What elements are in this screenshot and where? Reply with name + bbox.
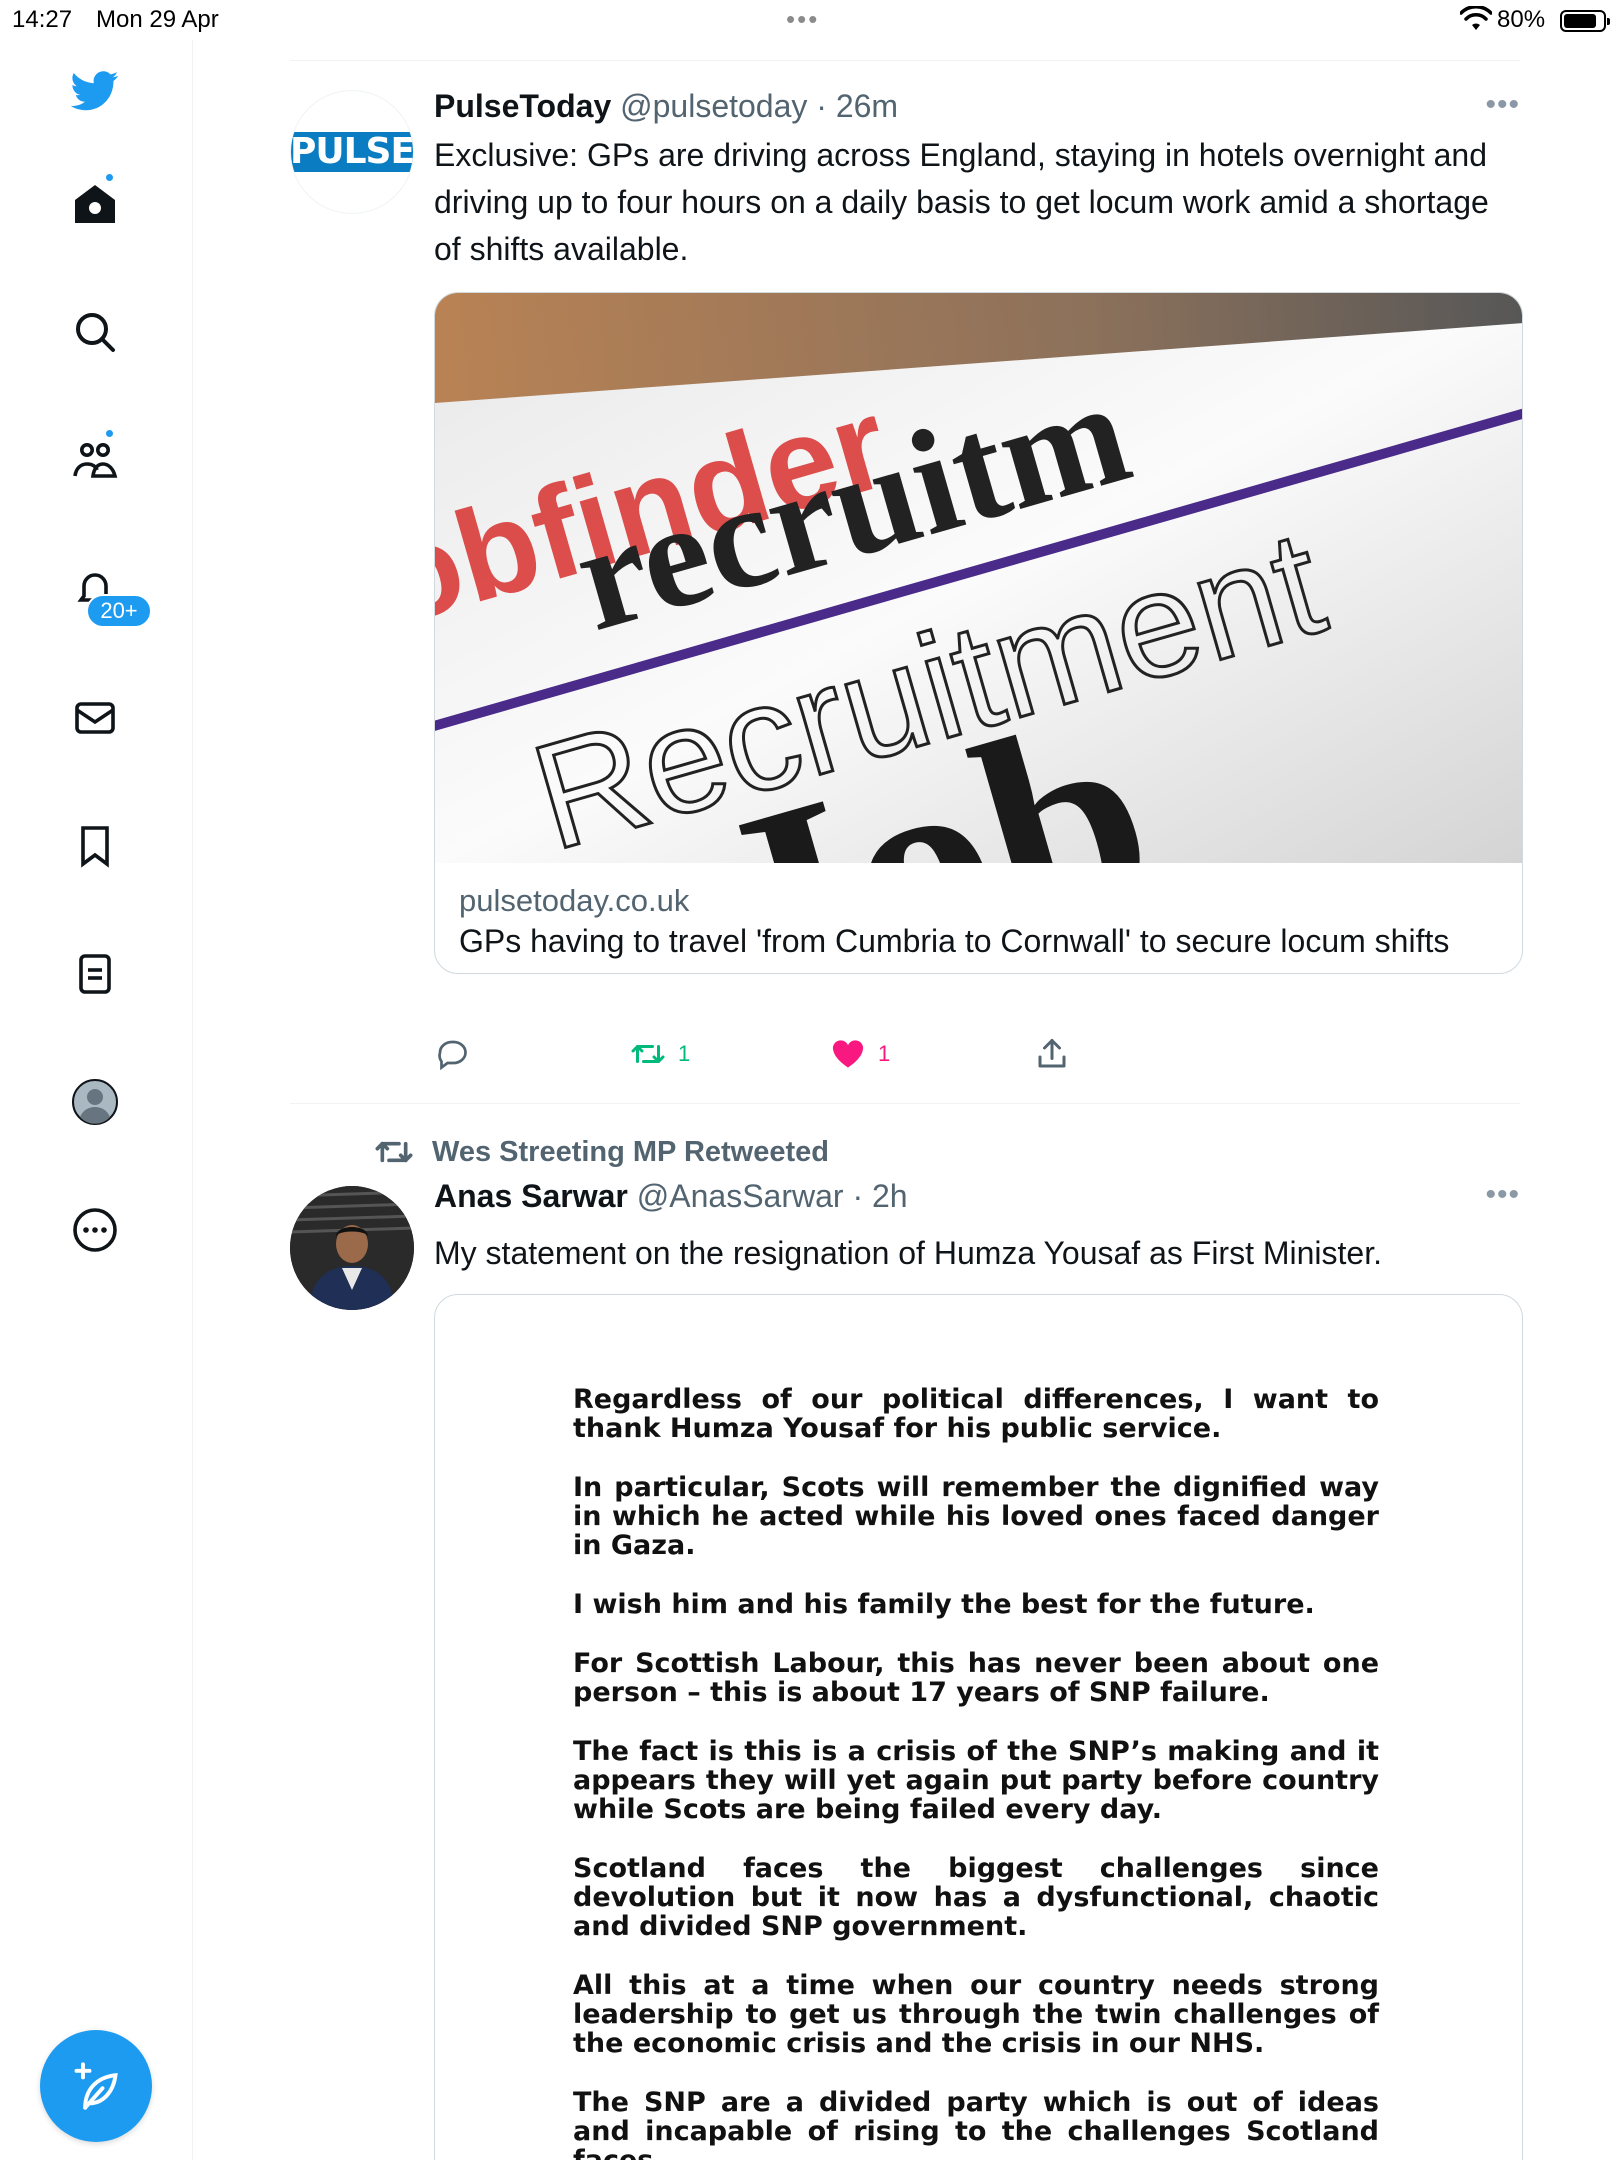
- reply-icon: [438, 1040, 467, 1071]
- share-icon: [1038, 1039, 1066, 1068]
- heart-icon: [832, 1040, 864, 1068]
- retweet-icon: [631, 1045, 665, 1063]
- profile-icon[interactable]: [67, 1074, 123, 1130]
- link-card[interactable]: obfinder recruitm Recruitment Job pulset…: [434, 292, 1523, 974]
- statement-paragraph: I wish him and his family the best for t…: [573, 1589, 1315, 1620]
- home-icon[interactable]: [67, 176, 123, 232]
- pulse-logo: PULSE: [291, 132, 413, 172]
- compose-tweet-button[interactable]: [40, 2030, 152, 2142]
- bookmarks-icon[interactable]: [67, 818, 123, 874]
- author-name[interactable]: Anas Sarwar: [434, 1178, 628, 1214]
- link-card-domain: pulsetoday.co.uk: [459, 883, 690, 918]
- battery-percent: 80%: [1497, 6, 1546, 33]
- status-bar: 14:27 Mon 29 Apr ••• 80%: [0, 0, 1620, 40]
- tweet-text: My statement on the resignation of Humza…: [434, 1235, 1382, 1271]
- retweet-button[interactable]: 1: [630, 1036, 690, 1072]
- like-button[interactable]: 1: [830, 1036, 890, 1072]
- communities-icon[interactable]: [67, 432, 123, 488]
- statement-image[interactable]: Regardless of our political differences,…: [434, 1294, 1523, 2160]
- status-date: Mon 29 Apr: [96, 6, 219, 33]
- avatar[interactable]: [290, 1186, 414, 1310]
- like-count: 1: [878, 1041, 891, 1066]
- status-time: 14:27: [12, 6, 73, 33]
- wifi-icon: [1460, 6, 1492, 30]
- battery-icon: [1560, 10, 1610, 32]
- statement-paragraph: Regardless of our political differences,…: [573, 1384, 1379, 1444]
- compose-feather-icon: [74, 2062, 118, 2110]
- retweeted-by[interactable]: Wes Streeting MP Retweeted: [374, 1132, 829, 1172]
- link-card-image: obfinder recruitm Recruitment Job: [435, 293, 1522, 863]
- tweet-time[interactable]: 26m: [836, 88, 898, 124]
- communities-unread-dot: [104, 428, 115, 439]
- link-card-meta: pulsetoday.co.uk GPs having to travel 'f…: [435, 863, 1522, 973]
- tweet-actions: 1 1: [434, 1036, 1334, 1076]
- more-icon[interactable]: [67, 1202, 123, 1258]
- anas-sarwar-photo: [290, 1186, 414, 1310]
- link-card-title: GPs having to travel 'from Cumbria to Co…: [459, 923, 1450, 959]
- reply-button[interactable]: [434, 1036, 482, 1072]
- notifications-badge: 20+: [86, 594, 152, 628]
- statement-paragraph: Scotland faces the biggest challenges si…: [573, 1853, 1379, 1942]
- search-icon[interactable]: [67, 304, 123, 360]
- multitasking-dots[interactable]: •••: [786, 4, 819, 35]
- tweet-header: Anas Sarwar @AnasSarwar · 2h: [434, 1178, 908, 1215]
- messages-icon[interactable]: [67, 690, 123, 746]
- statement-paragraph: The fact is this is a crisis of the SNP’…: [573, 1736, 1379, 1825]
- lists-icon[interactable]: [67, 946, 123, 1002]
- timeline-divider: [290, 1103, 1520, 1104]
- statement-paragraph: For Scottish Labour, this has never been…: [573, 1648, 1379, 1708]
- home-unread-dot: [104, 172, 115, 183]
- statement-paragraph: The SNP are a divided party which is out…: [573, 2087, 1379, 2160]
- recruitment-newspaper-image: obfinder recruitm Recruitment Job: [435, 293, 1522, 863]
- retweet-count: 1: [678, 1041, 691, 1066]
- twitter-logo-icon[interactable]: [67, 62, 123, 118]
- separator: ·: [816, 88, 827, 124]
- tweet-header: PulseToday @pulsetoday · 26m: [434, 88, 898, 125]
- tweet-time[interactable]: 2h: [872, 1178, 908, 1214]
- separator: ·: [852, 1178, 864, 1214]
- tweet-text: Exclusive: GPs are driving across Englan…: [434, 137, 1489, 267]
- author-handle[interactable]: @AnasSarwar: [637, 1178, 844, 1214]
- tweet-more-button[interactable]: •••: [1485, 88, 1520, 122]
- retweet-small-icon: [375, 1141, 413, 1163]
- statement-paragraph: All this at a time when our country need…: [573, 1970, 1379, 2059]
- timeline-divider: [290, 60, 1520, 61]
- statement-text: Regardless of our political differences,…: [573, 1385, 1379, 2160]
- author-handle[interactable]: @pulsetoday: [620, 88, 807, 124]
- sidebar: 20+: [0, 40, 193, 2160]
- share-button[interactable]: [1034, 1036, 1070, 1072]
- tweet-more-button[interactable]: •••: [1485, 1178, 1520, 1212]
- author-name[interactable]: PulseToday: [434, 88, 611, 124]
- avatar[interactable]: PULSE: [290, 90, 414, 214]
- retweeted-by-label: Wes Streeting MP Retweeted: [432, 1135, 829, 1168]
- statement-paragraph: In particular, Scots will remember the d…: [573, 1472, 1379, 1561]
